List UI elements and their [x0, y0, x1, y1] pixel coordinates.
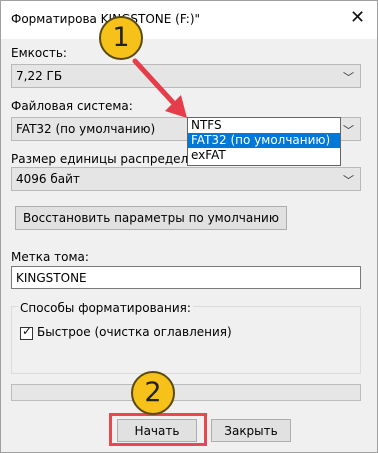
volume-label-value: KINGSTONE — [16, 271, 87, 285]
progress-bar — [11, 384, 361, 401]
format-dialog: Форматирова KINGSTONE (F:)" ✕ Емкость: 7… — [0, 0, 378, 453]
close-icon[interactable]: ✕ — [350, 7, 365, 28]
chevron-down-icon: ﹀ — [343, 174, 354, 187]
volume-label-input[interactable]: KINGSTONE — [11, 266, 361, 289]
close-button[interactable]: Закрыть — [211, 419, 291, 442]
filesystem-dropdown-list: NTFS FAT32 (по умолчанию) exFAT — [187, 117, 341, 166]
step-1-badge: 1 — [99, 16, 143, 60]
filesystem-option-ntfs[interactable]: NTFS — [188, 118, 340, 133]
red-arrow-icon — [132, 58, 187, 118]
check-icon: ✓ — [22, 324, 33, 338]
title-bar: Форматирова KINGSTONE (F:)" ✕ — [1, 1, 377, 39]
filesystem-option-fat32[interactable]: FAT32 (по умолчанию) — [188, 133, 340, 148]
chevron-down-icon: ﹀ — [343, 124, 354, 137]
quick-format-label[interactable]: Быстрое (очистка оглавления) — [37, 325, 232, 339]
step-2-badge: 2 — [131, 371, 175, 415]
chevron-down-icon: ﹀ — [343, 71, 354, 84]
filesystem-label: Файловая система: — [11, 99, 133, 113]
quick-format-checkbox[interactable]: ✓ — [20, 324, 33, 340]
format-options-label: Способы форматирования: — [18, 301, 193, 315]
filesystem-option-exfat[interactable]: exFAT — [188, 148, 340, 163]
allocation-select[interactable]: 4096 байт ﹀ — [11, 167, 361, 191]
start-button[interactable]: Начать — [117, 419, 197, 442]
volume-label-label: Метка тома: — [11, 250, 89, 264]
format-options-group: Способы форматирования: ✓ Быстрое (очист… — [11, 301, 361, 374]
allocation-value: 4096 байт — [16, 172, 80, 186]
capacity-value: 7,22 ГБ — [16, 69, 63, 83]
capacity-label: Емкость: — [11, 46, 67, 60]
restore-defaults-button[interactable]: Восстановить параметры по умолчанию — [15, 206, 287, 230]
allocation-label: Размер единицы распределени — [11, 152, 212, 166]
